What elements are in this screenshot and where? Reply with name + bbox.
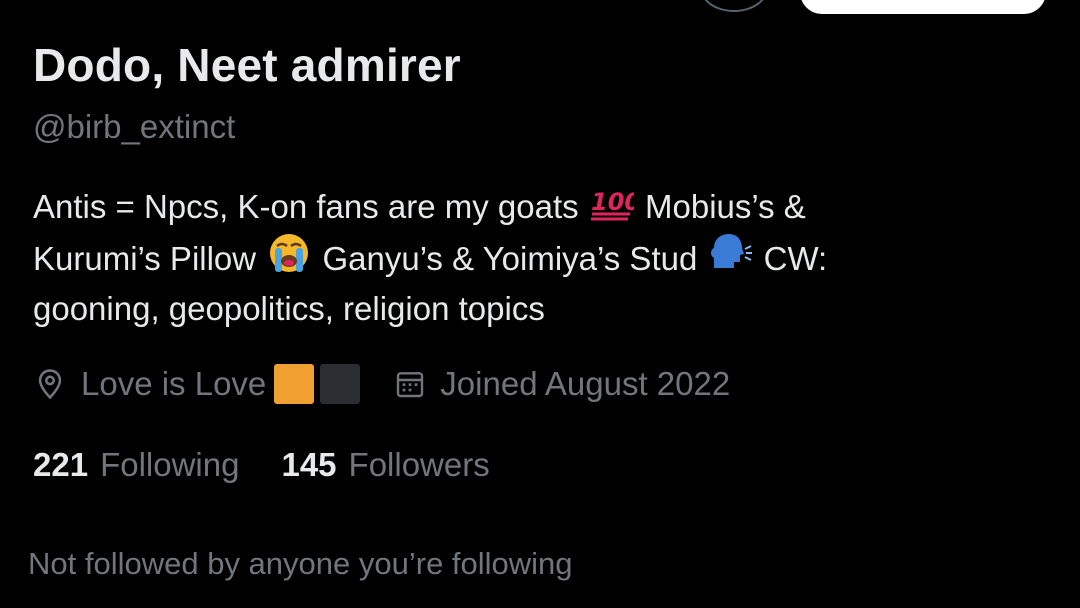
followers-label: Followers <box>348 446 490 483</box>
hundred-points-emoji: 100 <box>590 184 641 222</box>
loudly-crying-face-emoji <box>267 232 311 272</box>
location-flag-dark <box>320 364 361 404</box>
bio-text: CW: <box>763 240 828 277</box>
bio-text: Mobius’s & <box>645 188 806 225</box>
more-options-button[interactable] <box>700 0 768 12</box>
profile-joined-date: Joined August 2022 <box>440 365 731 402</box>
bio-text: Antis = Npcs, K-on fans are my goats <box>33 188 579 225</box>
followers-link[interactable]: 145 Followers <box>281 446 489 484</box>
location-pin-icon <box>33 367 67 401</box>
following-link[interactable]: 221 Following <box>33 446 239 484</box>
followers-count: 145 <box>281 446 337 483</box>
svg-text:100: 100 <box>591 188 634 216</box>
profile-handle: @birb_extinct <box>33 108 236 145</box>
speaking-head-emoji <box>708 232 753 270</box>
profile-bio: Antis = Npcs, K-on fans are my goats 100… <box>33 182 1043 334</box>
follow-button[interactable] <box>800 0 1046 14</box>
bio-text: Kurumi’s Pillow <box>33 240 257 277</box>
profile-stats: 221 Following 145 Followers <box>33 440 490 490</box>
followed-by-text: Not followed by anyone you’re following <box>28 546 573 581</box>
profile-display-name: Dodo, Neet admirer <box>33 39 461 91</box>
following-label: Following <box>100 446 240 483</box>
location-flag-orange <box>274 364 315 404</box>
bio-text: Ganyu’s & Yoimiya’s Stud <box>322 240 698 277</box>
profile-location: Love is Love <box>81 365 267 402</box>
bio-line-2: Kurumi’s Pillow Ganyu’s & Yoimiya’s Stud… <box>33 232 1043 284</box>
bio-line-1: Antis = Npcs, K-on fans are my goats 100… <box>33 182 1043 232</box>
profile-meta-row: Love is Love Joined August 2022 <box>33 360 730 408</box>
bio-line-3: gooning, geopolitics, religion topics <box>33 290 545 327</box>
following-count: 221 <box>33 446 89 483</box>
calendar-icon <box>394 368 426 400</box>
